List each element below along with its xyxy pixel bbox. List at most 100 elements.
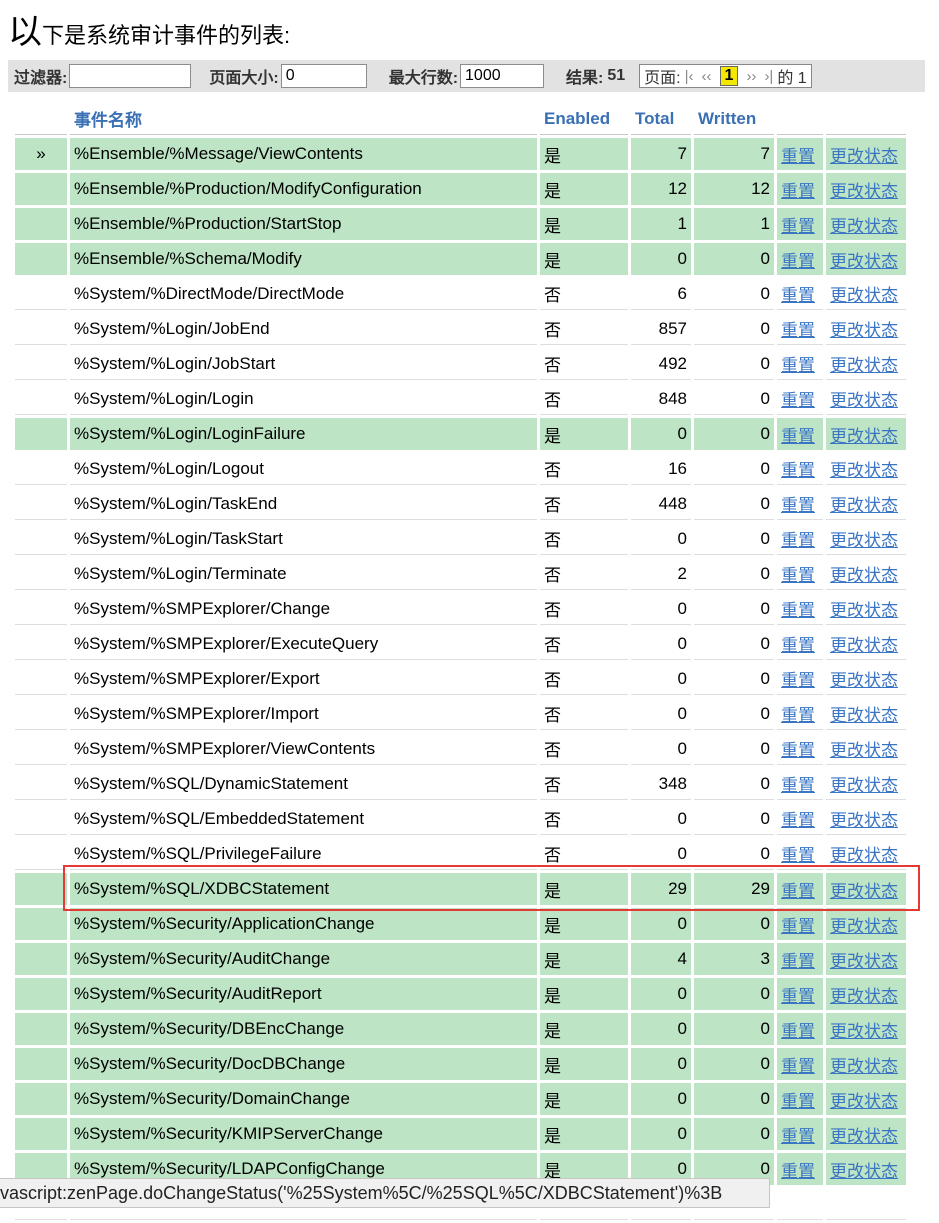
reset-cell-link[interactable]: 重置 bbox=[781, 427, 815, 446]
change-status-cell-link[interactable]: 更改状态 bbox=[830, 391, 898, 410]
change-status-cell-link[interactable]: 更改状态 bbox=[830, 811, 898, 830]
change-status-cell-link[interactable]: 更改状态 bbox=[830, 566, 898, 585]
change-status-cell-link[interactable]: 更改状态 bbox=[830, 1127, 898, 1146]
change-status-cell-link[interactable]: 更改状态 bbox=[830, 741, 898, 760]
row-select-marker[interactable] bbox=[15, 523, 67, 555]
reset-cell-link[interactable]: 重置 bbox=[781, 1162, 815, 1181]
row-select-marker[interactable] bbox=[15, 803, 67, 835]
change-status-cell-link[interactable]: 更改状态 bbox=[830, 882, 898, 901]
row-select-marker[interactable] bbox=[15, 698, 67, 730]
table-row[interactable]: %System/%SQL/PrivilegeFailure 否 0 0 重置 更改状态 bbox=[15, 838, 906, 870]
reset-cell-link[interactable]: 重置 bbox=[781, 987, 815, 1006]
row-select-marker[interactable] bbox=[15, 978, 67, 1010]
change-status-cell-link[interactable]: 更改状态 bbox=[830, 1162, 898, 1181]
change-status-cell-link[interactable]: 更改状态 bbox=[830, 496, 898, 515]
next-page-icon[interactable]: ›› bbox=[746, 68, 756, 85]
row-select-marker[interactable] bbox=[15, 1118, 67, 1150]
table-row[interactable]: %System/%Security/DocDBChange 是 0 0 重置 更改状态 bbox=[15, 1048, 906, 1080]
row-select-marker[interactable] bbox=[15, 768, 67, 800]
reset-cell-link[interactable]: 重置 bbox=[781, 531, 815, 550]
row-select-marker[interactable] bbox=[15, 348, 67, 380]
reset-cell-link[interactable]: 重置 bbox=[781, 671, 815, 690]
reset-cell-link[interactable]: 重置 bbox=[781, 882, 815, 901]
change-status-cell-link[interactable]: 更改状态 bbox=[830, 776, 898, 795]
reset-cell-link[interactable]: 重置 bbox=[781, 776, 815, 795]
row-select-marker[interactable] bbox=[15, 488, 67, 520]
reset-cell-link[interactable]: 重置 bbox=[781, 217, 815, 236]
change-status-cell-link[interactable]: 更改状态 bbox=[830, 356, 898, 375]
change-status-cell-link[interactable]: 更改状态 bbox=[830, 286, 898, 305]
reset-cell-link[interactable]: 重置 bbox=[781, 182, 815, 201]
row-select-marker[interactable] bbox=[15, 243, 67, 275]
filter-input[interactable] bbox=[69, 64, 192, 88]
row-select-marker[interactable]: » bbox=[15, 138, 67, 170]
table-row[interactable]: %System/%SQL/DynamicStatement 否 348 0 重置 更改状态 bbox=[15, 768, 906, 800]
table-row[interactable]: %System/%SMPExplorer/Import 否 0 0 重置 更改状态 bbox=[15, 698, 906, 730]
table-row[interactable]: %System/%Login/JobEnd 否 857 0 重置 更改状态 bbox=[15, 313, 906, 345]
table-row[interactable]: %System/%Login/Login 否 848 0 重置 更改状态 bbox=[15, 383, 906, 415]
row-select-marker[interactable] bbox=[15, 313, 67, 345]
reset-cell-link[interactable]: 重置 bbox=[781, 496, 815, 515]
row-select-marker[interactable] bbox=[15, 663, 67, 695]
change-status-cell-link[interactable]: 更改状态 bbox=[830, 1092, 898, 1111]
table-row[interactable]: %Ensemble/%Production/ModifyConfiguratio… bbox=[15, 173, 906, 205]
row-select-marker[interactable] bbox=[15, 733, 67, 765]
row-select-marker[interactable] bbox=[15, 558, 67, 590]
max-rows-input[interactable] bbox=[460, 64, 545, 88]
change-status-cell-link[interactable]: 更改状态 bbox=[830, 917, 898, 936]
change-status-cell-link[interactable]: 更改状态 bbox=[830, 531, 898, 550]
table-row[interactable]: %System/%Login/JobStart 否 492 0 重置 更改状态 bbox=[15, 348, 906, 380]
first-page-icon[interactable]: |‹ bbox=[685, 68, 694, 85]
prev-page-icon[interactable]: ‹‹ bbox=[702, 68, 712, 85]
col-header-enabled[interactable]: Enabled bbox=[540, 103, 628, 135]
row-select-marker[interactable] bbox=[15, 208, 67, 240]
reset-cell-link[interactable]: 重置 bbox=[781, 286, 815, 305]
change-status-cell-link[interactable]: 更改状态 bbox=[830, 636, 898, 655]
table-row[interactable]: %System/%SQL/XDBCStatement 是 29 29 重置 更改状态 bbox=[15, 873, 906, 905]
table-row[interactable]: %System/%SMPExplorer/Export 否 0 0 重置 更改状态 bbox=[15, 663, 906, 695]
reset-cell-link[interactable]: 重置 bbox=[781, 601, 815, 620]
row-select-marker[interactable] bbox=[15, 278, 67, 310]
page-size-input[interactable] bbox=[280, 64, 367, 88]
table-row[interactable]: %System/%SQL/EmbeddedStatement 否 0 0 重置 更改状态 bbox=[15, 803, 906, 835]
row-select-marker[interactable] bbox=[15, 453, 67, 485]
row-select-marker[interactable] bbox=[15, 383, 67, 415]
change-status-cell-link[interactable]: 更改状态 bbox=[830, 252, 898, 271]
col-header-written[interactable]: Written bbox=[694, 103, 774, 135]
row-select-marker[interactable] bbox=[15, 628, 67, 660]
reset-cell-link[interactable]: 重置 bbox=[781, 147, 815, 166]
change-status-cell-link[interactable]: 更改状态 bbox=[830, 461, 898, 480]
reset-cell-link[interactable]: 重置 bbox=[781, 636, 815, 655]
reset-cell-link[interactable]: 重置 bbox=[781, 321, 815, 340]
reset-cell-link[interactable]: 重置 bbox=[781, 741, 815, 760]
table-row[interactable]: %System/%Login/Logout 否 16 0 重置 更改状态 bbox=[15, 453, 906, 485]
row-select-marker[interactable] bbox=[15, 838, 67, 870]
table-row[interactable]: %System/%Security/ApplicationChange 是 0 0 重置… bbox=[15, 908, 906, 940]
reset-cell-link[interactable]: 重置 bbox=[781, 391, 815, 410]
reset-cell-link[interactable]: 重置 bbox=[781, 566, 815, 585]
reset-cell-link[interactable]: 重置 bbox=[781, 706, 815, 725]
change-status-cell-link[interactable]: 更改状态 bbox=[830, 706, 898, 725]
table-row[interactable]: %System/%Security/KMIPServerChange 是 0 0 重置更… bbox=[15, 1118, 906, 1150]
table-row[interactable]: %System/%Login/Terminate 否 2 0 重置 更改状态 bbox=[15, 558, 906, 590]
change-status-cell-link[interactable]: 更改状态 bbox=[830, 321, 898, 340]
reset-cell-link[interactable]: 重置 bbox=[781, 952, 815, 971]
change-status-cell-link[interactable]: 更改状态 bbox=[830, 1022, 898, 1041]
reset-cell-link[interactable]: 重置 bbox=[781, 252, 815, 271]
row-select-marker[interactable] bbox=[15, 1013, 67, 1045]
reset-cell-link[interactable]: 重置 bbox=[781, 1127, 815, 1146]
table-row[interactable]: %System/%SMPExplorer/ExecuteQuery 否 0 0 重置 更改… bbox=[15, 628, 906, 660]
table-row[interactable]: %System/%Security/AuditChange 是 4 3 重置 更改状态 bbox=[15, 943, 906, 975]
change-status-cell-link[interactable]: 更改状态 bbox=[830, 671, 898, 690]
current-page[interactable]: 1 bbox=[719, 66, 739, 86]
table-row[interactable]: %System/%Login/TaskEnd 否 448 0 重置 更改状态 bbox=[15, 488, 906, 520]
table-row[interactable]: %System/%Login/TaskStart 否 0 0 重置 更改状态 bbox=[15, 523, 906, 555]
change-status-cell-link[interactable]: 更改状态 bbox=[830, 1057, 898, 1076]
reset-cell-link[interactable]: 重置 bbox=[781, 461, 815, 480]
col-header-event-name[interactable]: 事件名称 bbox=[70, 103, 537, 135]
change-status-cell-link[interactable]: 更改状态 bbox=[830, 182, 898, 201]
reset-cell-link[interactable]: 重置 bbox=[781, 1022, 815, 1041]
table-row[interactable]: %System/%Security/AuditReport 是 0 0 重置 更改状态 bbox=[15, 978, 906, 1010]
row-select-marker[interactable] bbox=[15, 173, 67, 205]
change-status-cell-link[interactable]: 更改状态 bbox=[830, 427, 898, 446]
